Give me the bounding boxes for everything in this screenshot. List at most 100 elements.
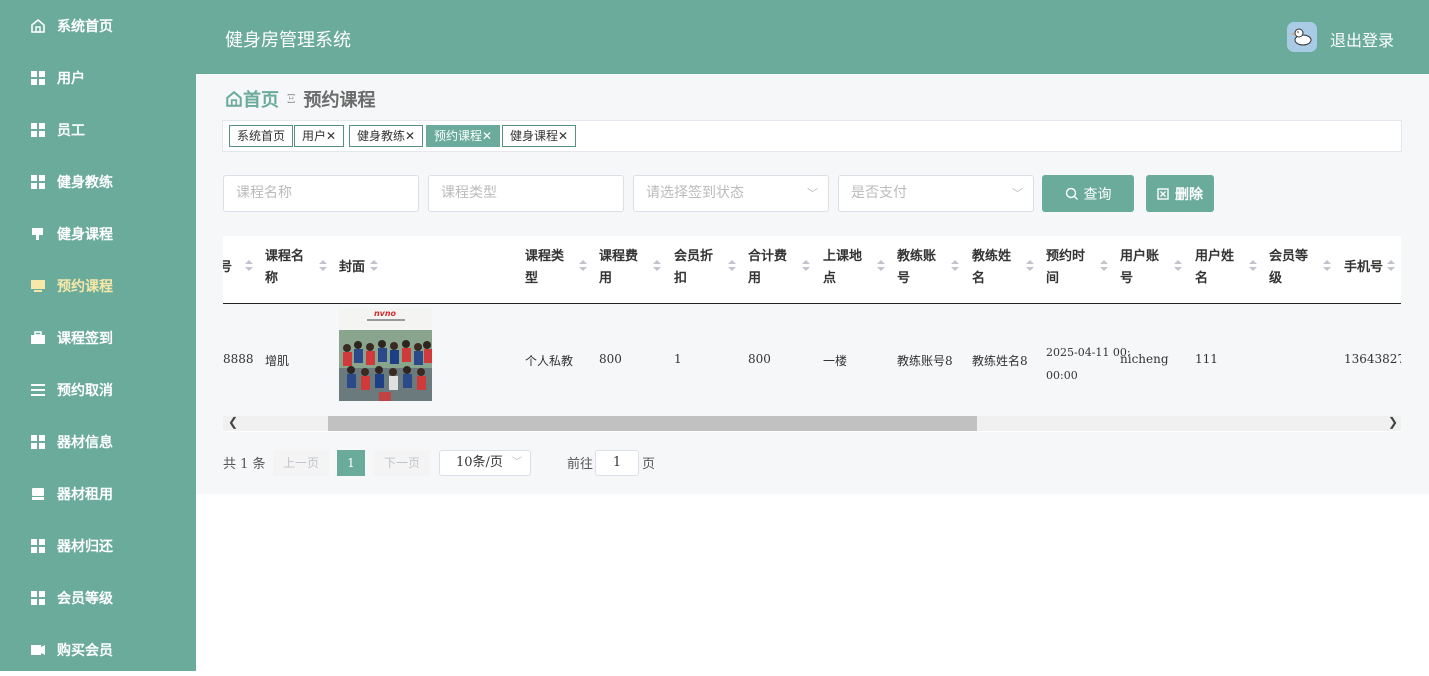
search-icon	[1065, 187, 1078, 200]
col-member-discount: 会员折扣	[674, 249, 714, 286]
tag-users[interactable]: 用户✕	[294, 125, 345, 147]
sidebar-item-label: 课程签到	[57, 331, 113, 347]
delete-icon	[1157, 187, 1169, 200]
cell-member-discount: 1	[674, 352, 682, 366]
chevron-down-icon: ﹀	[807, 187, 818, 200]
course-type-input[interactable]: 课程类型	[428, 175, 624, 212]
sidebar-item-checkin[interactable]: 课程签到	[0, 312, 196, 364]
sort-icon[interactable]	[1026, 260, 1034, 272]
sidebar-item-equipment[interactable]: 器材信息	[0, 416, 196, 468]
sign-status-select[interactable]: 请选择签到状态 ﹀	[633, 175, 829, 212]
paid-select[interactable]: 是否支付 ﹀	[838, 175, 1034, 212]
grid-icon	[31, 123, 47, 139]
table-header: 号 课程名称 封面 课程类型 课程费用 会员折扣 合计费用 上课地点 教练账号 …	[223, 236, 1401, 304]
sort-icon[interactable]	[653, 260, 661, 272]
avatar[interactable]	[1287, 22, 1317, 52]
delete-button[interactable]: 删除	[1146, 175, 1214, 212]
page-number-1[interactable]: 1	[337, 450, 365, 476]
grid-icon	[31, 71, 47, 87]
tags-view: 系统首页 用户✕ 健身教练✕ 预约课程✕ 健身课程✕	[222, 120, 1402, 152]
sidebar-item-label: 系统首页	[57, 19, 113, 35]
sort-icon[interactable]	[877, 260, 885, 272]
scrollbar-thumb[interactable]	[328, 416, 977, 431]
logout-button[interactable]: 退出登录	[1330, 27, 1394, 51]
grid-icon	[31, 175, 47, 191]
col-course-name: 课程名称	[265, 249, 305, 286]
sidebar-item-label: 购买会员	[57, 643, 113, 659]
sort-icon[interactable]	[579, 260, 587, 272]
sidebar-item-label: 器材租用	[57, 487, 113, 503]
sidebar-item-member-level[interactable]: 会员等级	[0, 572, 196, 624]
chevron-down-icon: ﹀	[512, 457, 522, 468]
scroll-right-icon[interactable]: ❯	[1388, 415, 1398, 429]
sidebar-item-rent[interactable]: 器材租用	[0, 468, 196, 520]
breadcrumb-current: 预约课程	[303, 90, 376, 111]
course-name-input[interactable]: 课程名称	[223, 175, 419, 212]
page-size-select[interactable]: 10条/页 ﹀	[439, 450, 531, 476]
sidebar-item-home[interactable]: 系统首页	[0, 0, 196, 52]
sort-icon[interactable]	[1387, 260, 1395, 272]
sort-icon[interactable]	[1174, 260, 1182, 272]
ticket-icon	[30, 642, 46, 658]
app-title: 健身房管理系统	[225, 30, 351, 51]
sidebar-item-label: 健身课程	[57, 227, 113, 243]
sidebar-item-label: 用户	[57, 71, 85, 87]
sidebar-item-bookings[interactable]: 预约课程	[0, 260, 196, 312]
sidebar-item-courses[interactable]: 健身课程	[0, 208, 196, 260]
tablet-icon	[30, 486, 46, 502]
col-booking-time: 预约时间	[1046, 249, 1086, 286]
query-button[interactable]: 查询	[1042, 175, 1134, 212]
chevron-down-icon: ﹀	[1012, 187, 1023, 200]
cell-total-fee: 800	[748, 352, 771, 366]
sidebar-item-buy-membership[interactable]: 购买会员	[0, 624, 196, 676]
grid-icon	[31, 591, 47, 607]
next-page-button[interactable]: 下一页	[374, 450, 431, 476]
prev-page-button[interactable]: 上一页	[273, 450, 330, 476]
col-course-type: 课程类型	[525, 249, 565, 286]
cell-user-account: nicheng	[1120, 352, 1169, 366]
table-row[interactable]: 8888 增肌 nvno 个人私教 800 1 800 一楼 教练账号8 教练姓…	[223, 304, 1401, 417]
col-member-level: 会员等级	[1269, 249, 1309, 286]
sidebar-item-staff[interactable]: 员工	[0, 104, 196, 156]
sort-icon[interactable]	[728, 260, 736, 272]
sort-icon[interactable]	[1323, 260, 1331, 272]
sidebar-item-return[interactable]: 器材归还	[0, 520, 196, 572]
cover-image: nvno	[339, 308, 432, 401]
col-course-no: 号	[223, 260, 233, 275]
cell-booking-time: 2025-04-11 00: 00:00	[1046, 346, 1131, 382]
cell-location: 一楼	[823, 354, 848, 368]
breadcrumb-separator: Ξ	[287, 92, 296, 106]
top-header: 健身房管理系统 退出登录	[196, 0, 1429, 74]
sidebar-item-users[interactable]: 用户	[0, 52, 196, 104]
sort-icon[interactable]	[1249, 260, 1257, 272]
scroll-left-icon[interactable]: ❮	[228, 415, 238, 429]
sidebar-item-cancel[interactable]: 预约取消	[0, 364, 196, 416]
cover-caption: nvno	[374, 309, 397, 318]
bookings-table: 号 课程名称 封面 课程类型 课程费用 会员折扣 合计费用 上课地点 教练账号 …	[223, 236, 1401, 432]
col-total-fee: 合计费用	[748, 249, 788, 286]
col-user-name: 用户姓名	[1195, 249, 1235, 286]
cell-course-no: 8888	[223, 352, 254, 366]
sort-icon[interactable]	[245, 260, 253, 272]
sort-icon[interactable]	[802, 260, 810, 272]
breadcrumb-home[interactable]: 首页	[243, 86, 279, 112]
sort-icon[interactable]	[319, 260, 327, 272]
sort-icon[interactable]	[370, 260, 378, 272]
paid-placeholder: 是否支付	[851, 185, 907, 201]
tag-courses[interactable]: 健身课程✕	[502, 125, 577, 147]
sidebar-item-label: 会员等级	[57, 591, 113, 607]
cup-icon	[30, 226, 46, 242]
sort-icon[interactable]	[951, 260, 959, 272]
col-coach-name: 教练姓名	[972, 249, 1012, 286]
tag-bookings[interactable]: 预约课程✕	[426, 125, 501, 147]
tag-home[interactable]: 系统首页	[229, 125, 294, 147]
sidebar-item-coaches[interactable]: 健身教练	[0, 156, 196, 208]
goto-page-input[interactable]: 1	[595, 450, 639, 476]
sidebar-item-label: 健身教练	[57, 175, 113, 191]
horizontal-scrollbar[interactable]: ❮ ❯	[223, 415, 1401, 431]
page-size-value: 10条/页	[456, 455, 503, 470]
sort-icon[interactable]	[1100, 260, 1108, 272]
col-phone: 手机号	[1344, 260, 1384, 275]
tag-coaches[interactable]: 健身教练✕	[349, 125, 424, 147]
briefcase-icon	[30, 330, 46, 346]
